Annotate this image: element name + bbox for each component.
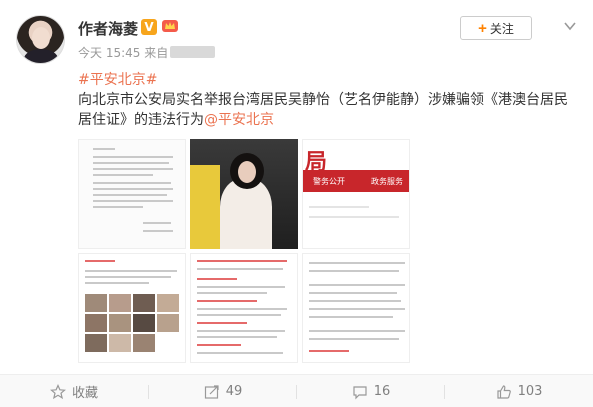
comment-button[interactable]: 16 bbox=[297, 375, 445, 407]
like-count: 103 bbox=[517, 384, 543, 399]
source-redacted bbox=[170, 46, 216, 58]
crown-icon bbox=[162, 20, 178, 32]
follow-button[interactable]: + 关注 bbox=[460, 16, 532, 40]
police-nav-left: 警务公开 bbox=[313, 177, 345, 186]
post-text: 向北京市公安局实名举报台湾居民吴静怡（艺名伊能静）涉嫌骗领《港澳台居民居住证》的… bbox=[78, 90, 578, 130]
hashtag-link[interactable]: #平安北京# bbox=[78, 69, 157, 89]
repost-count: 49 bbox=[225, 384, 243, 399]
chevron-down-icon[interactable] bbox=[562, 18, 578, 34]
plus-icon: + bbox=[478, 19, 487, 37]
comment-count: 16 bbox=[373, 384, 391, 399]
star-icon bbox=[50, 383, 66, 399]
image-thumb-photo[interactable] bbox=[190, 139, 298, 249]
post-body: 向北京市公安局实名举报台湾居民吴静怡（艺名伊能静）涉嫌骗领《港澳台居民居住证》的… bbox=[78, 92, 568, 128]
favorite-label: 收藏 bbox=[71, 386, 98, 401]
action-bar: 收藏 49 16 103 bbox=[0, 374, 593, 407]
repost-icon bbox=[204, 384, 219, 399]
image-thumb-document[interactable] bbox=[78, 139, 186, 249]
author-avatar[interactable] bbox=[16, 15, 65, 64]
like-button[interactable]: 103 bbox=[445, 375, 593, 407]
image-thumb-weibo-screenshot[interactable] bbox=[78, 253, 186, 363]
author-name[interactable]: 作者海菱 bbox=[78, 18, 138, 39]
verified-v-icon: V bbox=[141, 19, 157, 35]
post-meta: 今天 15:45 来自 bbox=[78, 44, 216, 61]
image-thumb-text[interactable] bbox=[302, 253, 410, 363]
mention-link[interactable]: @平安北京 bbox=[204, 112, 274, 128]
image-thumb-police-site[interactable]: 局 警务公开 政务服务 bbox=[302, 139, 410, 249]
weibo-post-card: 作者海菱 V 今天 15:45 来自 + 关注 #平安北京# 向北京市公安局实名… bbox=[0, 0, 593, 407]
post-time: 今天 15:45 来自 bbox=[78, 46, 169, 60]
police-nav-right: 政务服务 bbox=[371, 177, 403, 186]
comment-icon bbox=[353, 385, 367, 399]
favorite-button[interactable]: 收藏 bbox=[0, 375, 148, 407]
image-thumb-article[interactable] bbox=[190, 253, 298, 363]
follow-label: 关注 bbox=[489, 21, 514, 36]
thumbs-up-icon bbox=[496, 384, 511, 399]
repost-button[interactable]: 49 bbox=[149, 375, 297, 407]
